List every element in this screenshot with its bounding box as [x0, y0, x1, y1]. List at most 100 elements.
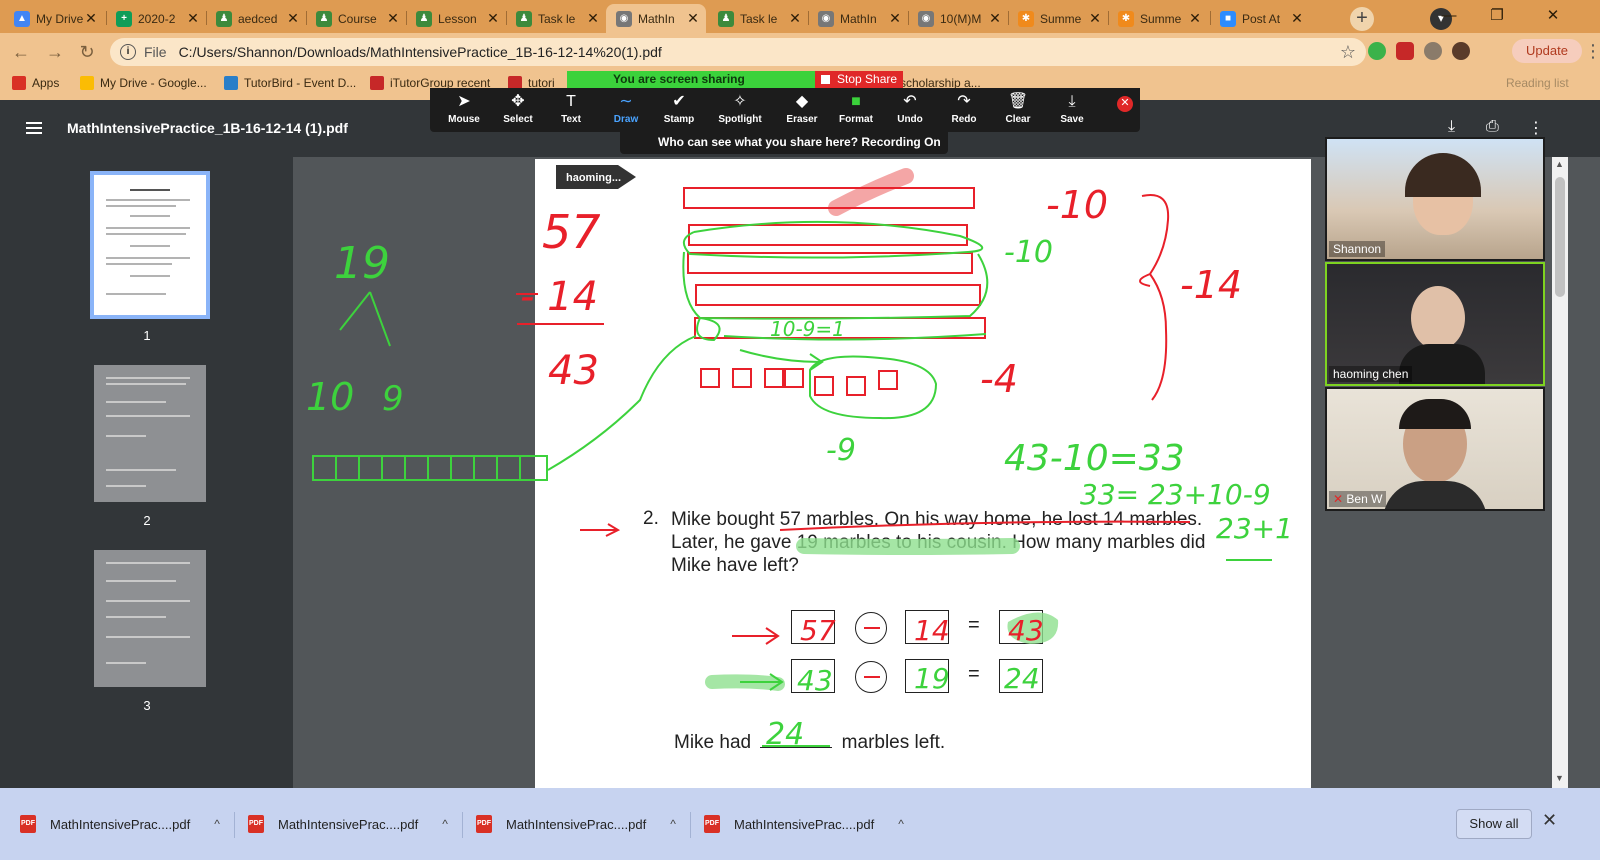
- browser-tab[interactable]: ✱ Summe ✕: [1108, 4, 1208, 33]
- download-icon[interactable]: ⤓: [1448, 118, 1455, 136]
- zoom-tool-stamp[interactable]: ✔ Stamp: [653, 88, 705, 132]
- stop-share-button[interactable]: Stop Share: [815, 71, 903, 88]
- browser-tab[interactable]: ♟ aedced ✕: [206, 4, 306, 33]
- tab-close-icon[interactable]: ✕: [586, 10, 600, 27]
- forward-icon[interactable]: →: [42, 39, 68, 65]
- browser-tab[interactable]: ♟ Task le ✕: [506, 4, 606, 33]
- update-button[interactable]: Update: [1512, 39, 1582, 63]
- tab-title: 2020-2: [138, 11, 176, 26]
- tab-close-icon[interactable]: ✕: [84, 10, 98, 27]
- extensions-puzzle-icon[interactable]: [1424, 42, 1442, 60]
- tab-favicon-icon: ♟: [416, 10, 432, 27]
- bookmark-star-icon[interactable]: ☆: [1340, 42, 1356, 63]
- chevron-up-icon[interactable]: ^: [670, 817, 676, 831]
- download-item[interactable]: PDF MathIntensivePrac....pdf ^: [20, 806, 220, 842]
- zoom-tool-draw[interactable]: ∼ Draw: [600, 88, 652, 132]
- print-icon[interactable]: ⎙: [1486, 118, 1499, 136]
- scrollbar-thumb[interactable]: [1555, 177, 1565, 297]
- zoom-tool-undo[interactable]: ↶ Undo: [884, 88, 936, 132]
- download-item[interactable]: PDF MathIntensivePrac....pdf ^: [704, 806, 904, 842]
- browser-tab[interactable]: ♟ Lesson ✕: [406, 4, 506, 33]
- participant-face: [1411, 286, 1465, 350]
- show-all-downloads-button[interactable]: Show all: [1456, 809, 1532, 839]
- browser-tab[interactable]: ◉ MathIn ✕: [808, 4, 908, 33]
- bookmark-label: TutorBird - Event D...: [244, 76, 357, 90]
- chevron-up-icon[interactable]: ^: [214, 817, 220, 831]
- close-annotation-icon[interactable]: ✕: [1117, 96, 1133, 112]
- address-bar[interactable]: i File C:/Users/Shannon/Downloads/MathIn…: [110, 38, 1366, 66]
- tab-close-icon[interactable]: ✕: [988, 10, 1002, 27]
- extension-icon[interactable]: [1396, 42, 1414, 60]
- zoom-tool-clear[interactable]: 🗑 Clear: [992, 88, 1044, 132]
- zoom-tool-select[interactable]: ✥ Select: [492, 88, 544, 132]
- tab-close-icon[interactable]: ✕: [486, 10, 500, 27]
- video-tile-shannon[interactable]: Shannon: [1325, 137, 1545, 261]
- browser-tab[interactable]: ✱ Summe ✕: [1008, 4, 1108, 33]
- zoom-tool-format[interactable]: ■ Format: [830, 88, 882, 132]
- chevron-up-icon[interactable]: ^: [442, 817, 448, 831]
- tab-close-icon[interactable]: ✕: [686, 10, 700, 27]
- bookmark-item[interactable]: Apps: [12, 76, 59, 90]
- page-thumbnail-2[interactable]: [94, 365, 206, 502]
- zoom-tool-text[interactable]: T Text: [545, 88, 597, 132]
- more-options-icon[interactable]: ⋮: [1528, 118, 1544, 138]
- participant-name: haoming chen: [1329, 366, 1413, 382]
- zoom-tool-spotlight[interactable]: ✧ Spotlight: [714, 88, 766, 132]
- zoom-tool-mouse[interactable]: ➤ Mouse: [438, 88, 490, 132]
- extension-icon[interactable]: [1368, 42, 1386, 60]
- page-thumbnail-1[interactable]: [90, 171, 210, 319]
- browser-tab[interactable]: ♟ Course ✕: [306, 4, 406, 33]
- reload-icon[interactable]: ↻: [74, 39, 100, 65]
- clear-icon: 🗑: [1007, 93, 1029, 110]
- reading-list-button[interactable]: Reading list: [1506, 76, 1569, 90]
- scroll-up-icon[interactable]: ▲: [1555, 159, 1564, 169]
- video-tile-ben[interactable]: ✕ Ben W: [1325, 387, 1545, 511]
- tab-separator: [1008, 11, 1009, 25]
- zoom-tool-eraser[interactable]: ◆ Eraser: [776, 88, 828, 132]
- profile-avatar[interactable]: [1452, 42, 1470, 60]
- bookmark-item[interactable]: TutorBird - Event D...: [224, 76, 356, 90]
- tab-title: Summe: [1040, 11, 1082, 26]
- browser-tab[interactable]: +2020-2 ✕: [106, 4, 206, 33]
- download-item[interactable]: PDF MathIntensivePrac....pdf ^: [476, 806, 676, 842]
- minimize-icon[interactable]: —: [1426, 4, 1472, 30]
- pdf-menu-icon[interactable]: [26, 122, 42, 134]
- restore-icon[interactable]: ❐: [1474, 4, 1520, 30]
- browser-tab[interactable]: ♟ Task le ✕: [708, 4, 808, 33]
- chrome-menu-icon[interactable]: ⋮: [1584, 41, 1600, 62]
- download-item[interactable]: PDF MathIntensivePrac....pdf ^: [248, 806, 448, 842]
- tool-label: Text: [561, 114, 581, 125]
- tab-close-icon[interactable]: ✕: [1188, 10, 1202, 27]
- download-filename: MathIntensivePrac....pdf: [50, 816, 191, 832]
- back-icon[interactable]: ←: [8, 39, 34, 65]
- who-can-see-banner[interactable]: Who can see what you share here? Recordi…: [620, 132, 948, 154]
- close-window-icon[interactable]: ✕: [1530, 4, 1576, 30]
- new-tab-button[interactable]: +: [1350, 7, 1374, 31]
- browser-tab[interactable]: ▲ My Drive ✕: [4, 4, 104, 33]
- zoom-tool-save[interactable]: ⤓ Save: [1046, 88, 1098, 132]
- close-downloads-icon[interactable]: ✕: [1542, 810, 1557, 831]
- bookmark-item[interactable]: My Drive - Google...: [80, 76, 207, 90]
- download-separator: [234, 812, 235, 838]
- chevron-up-icon[interactable]: ^: [898, 817, 904, 831]
- vertical-scrollbar[interactable]: ▲ ▼: [1552, 157, 1568, 803]
- tab-close-icon[interactable]: ✕: [286, 10, 300, 27]
- tab-close-icon[interactable]: ✕: [186, 10, 200, 27]
- video-tile-haoming[interactable]: haoming chen: [1325, 262, 1545, 386]
- equation-box: [999, 659, 1043, 693]
- page-thumbnail-3[interactable]: [94, 550, 206, 687]
- tab-favicon-icon: ♟: [316, 10, 332, 27]
- browser-tab[interactable]: ◉ MathIn ✕: [606, 4, 706, 33]
- tab-close-icon[interactable]: ✕: [1290, 10, 1304, 27]
- zoom-tool-redo[interactable]: ↷ Redo: [938, 88, 990, 132]
- browser-tab[interactable]: ◉ 10(M)M ✕: [908, 4, 1008, 33]
- tab-close-icon[interactable]: ✕: [386, 10, 400, 27]
- tab-title: aedced: [238, 11, 278, 26]
- tab-close-icon[interactable]: ✕: [888, 10, 902, 27]
- scroll-down-icon[interactable]: ▼: [1555, 773, 1564, 783]
- tab-close-icon[interactable]: ✕: [1088, 10, 1102, 27]
- browser-tab[interactable]: ■ Post At ✕: [1210, 4, 1310, 33]
- tab-favicon-icon: ✱: [1018, 10, 1034, 27]
- site-info-icon[interactable]: i: [120, 44, 136, 60]
- tab-close-icon[interactable]: ✕: [788, 10, 802, 27]
